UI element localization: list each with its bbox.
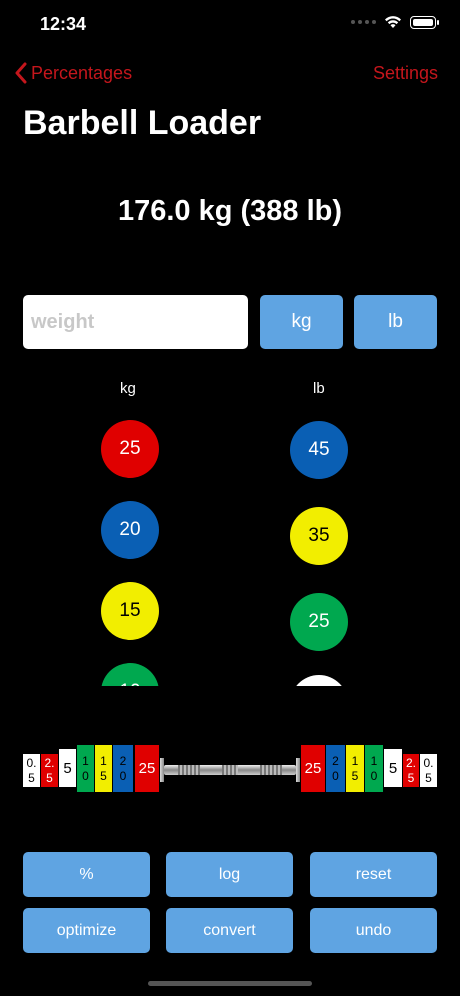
loaded-plate-right: 5: [384, 749, 402, 787]
page-title: Barbell Loader: [23, 104, 262, 142]
lb-plate-button[interactable]: 45: [290, 421, 348, 479]
loaded-plate-right: 25: [301, 745, 325, 792]
barbell-knurl: [178, 765, 200, 775]
kg-button[interactable]: kg: [260, 295, 343, 349]
loaded-plate-label: 1: [100, 753, 107, 768]
loaded-plate-label: 25: [304, 760, 322, 777]
loaded-plate-label: 5: [388, 759, 398, 777]
kg-plate-list[interactable]: 25 20 15 10: [90, 400, 170, 686]
chevron-left-icon: [15, 62, 27, 84]
kg-plate-button[interactable]: 15: [101, 582, 159, 640]
home-indicator: [148, 981, 312, 986]
undo-button[interactable]: undo: [310, 908, 437, 953]
battery-icon: [410, 15, 439, 29]
loaded-plate-label: 0: [332, 768, 339, 783]
optimize-button[interactable]: optimize: [23, 908, 150, 953]
reset-button[interactable]: reset: [310, 852, 437, 897]
loaded-plate-label: 5: [28, 770, 35, 785]
weight-input[interactable]: [23, 295, 248, 349]
kg-column-header: kg: [120, 380, 136, 397]
settings-button[interactable]: Settings: [373, 63, 438, 84]
loaded-plate-label: 1: [370, 753, 378, 768]
barbell-knurl: [222, 765, 238, 775]
loaded-plate-right: 2. 5: [403, 754, 419, 787]
loaded-plate-right: 20: [326, 745, 345, 792]
loaded-plate-label: 1: [351, 753, 359, 768]
kg-plate-button[interactable]: 20: [101, 501, 159, 559]
cellular-icon: [351, 20, 376, 24]
loaded-plate-left: 25: [135, 745, 159, 792]
lb-plate-button[interactable]: 25: [290, 593, 348, 651]
lb-plate-list[interactable]: 45 35 25: [279, 400, 359, 686]
loaded-plate-label: 0.: [423, 755, 434, 770]
loaded-plate-label: 5: [46, 770, 53, 785]
loaded-plate-label: 2.: [405, 755, 416, 770]
kg-plate-button[interactable]: 25: [101, 420, 159, 478]
loaded-plate-label: 25: [138, 760, 156, 777]
loaded-plate-left: 2. 5: [41, 754, 58, 787]
loaded-plate-label: 2.: [44, 755, 55, 770]
back-label: Percentages: [31, 62, 133, 83]
loaded-plate-label: 0: [119, 768, 127, 783]
loaded-plate-label: 5: [100, 768, 107, 783]
loaded-plate-label: 5: [63, 759, 72, 777]
status-icons: [351, 15, 439, 29]
total-weight: 176.0 kg (388 lb): [117, 195, 343, 227]
loaded-plate-label: 1: [82, 753, 89, 768]
loaded-plate-left: 0. 5: [23, 754, 40, 787]
loaded-plate-left: 20: [113, 745, 133, 792]
loaded-plate-label: 2: [332, 753, 339, 768]
loaded-plate-right: 0. 5: [420, 754, 437, 787]
lb-column-header: lb: [313, 380, 325, 397]
barbell-collar-right: [296, 758, 300, 782]
loaded-plate-right: 15: [346, 745, 364, 792]
loaded-plate-label: 0: [82, 768, 89, 783]
loaded-plate-left: 15: [95, 745, 112, 792]
loaded-plate-label: 2: [119, 753, 127, 768]
loaded-plate-label: 5: [407, 770, 415, 785]
percent-button[interactable]: %: [23, 852, 150, 897]
wifi-icon: [384, 15, 402, 29]
loaded-plate-label: 0.: [26, 755, 37, 770]
loaded-plate-label: 0: [370, 768, 378, 783]
log-button[interactable]: log: [166, 852, 293, 897]
barbell-collar-left: [160, 758, 164, 782]
kg-plate-button[interactable]: 10: [101, 663, 159, 686]
loaded-plate-label: 5: [351, 768, 359, 783]
loaded-plate-left: 5: [59, 749, 76, 787]
convert-button[interactable]: convert: [166, 908, 293, 953]
lb-plate-button[interactable]: 35: [290, 507, 348, 565]
barbell-knurl: [260, 765, 282, 775]
back-button[interactable]: Percentages: [14, 62, 132, 84]
loaded-plate-left: 10: [77, 745, 94, 792]
loaded-plate-right: 10: [365, 745, 383, 792]
lb-plate-button[interactable]: [290, 675, 348, 686]
screen: 12:34 Percentages Settings Barbell Loade…: [0, 0, 460, 996]
loaded-plate-label: 5: [425, 770, 432, 785]
status-time: 12:34: [40, 14, 87, 34]
lb-button[interactable]: lb: [354, 295, 437, 349]
